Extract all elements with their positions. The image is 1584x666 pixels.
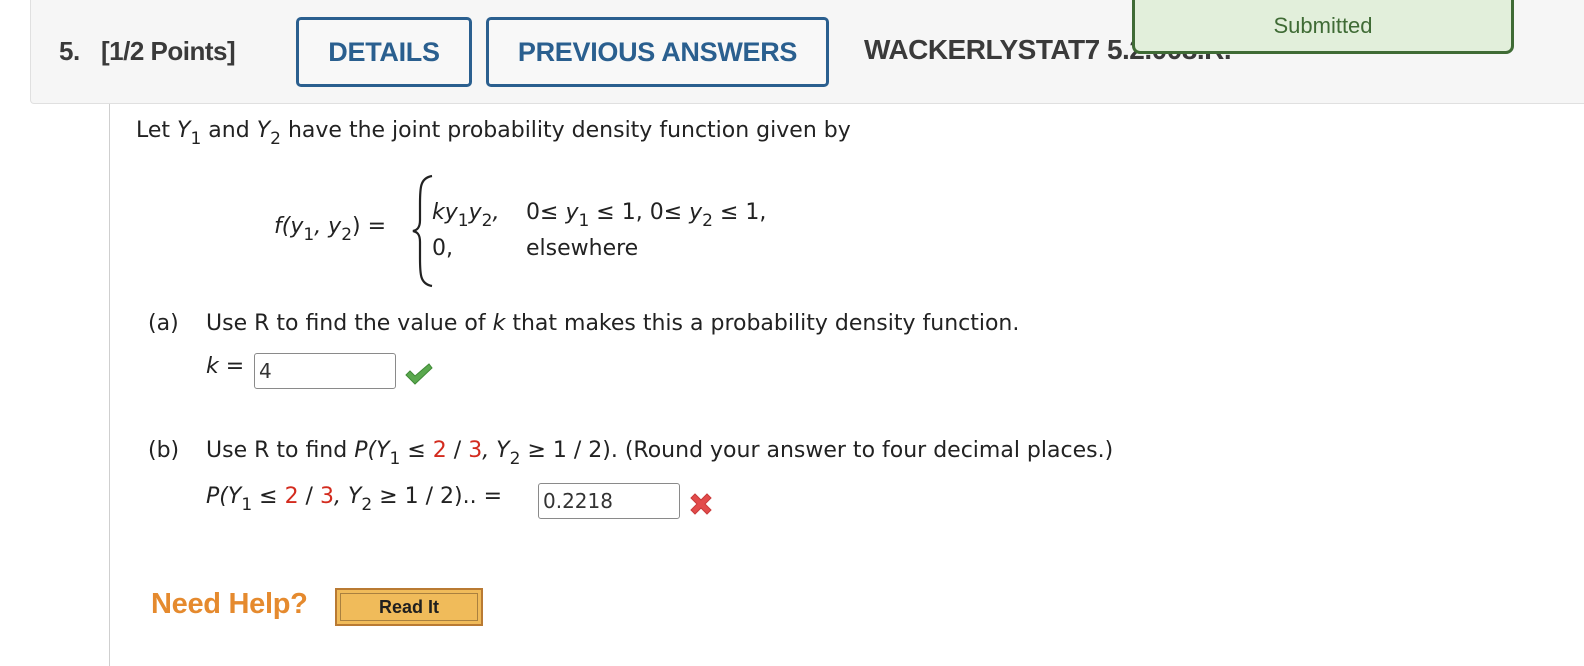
var-k: k bbox=[492, 311, 506, 336]
case1-condition: 0≤ y1 ≤ 1, 0≤ y2 ≤ 1, bbox=[526, 200, 767, 230]
subscript: 1 bbox=[578, 211, 590, 231]
formula-text: ≤ 1, bbox=[712, 200, 767, 225]
part-a-answer-label: k = bbox=[206, 354, 244, 379]
prob-P: P bbox=[354, 438, 368, 463]
prompt-text: ≥ 1 / 2). bbox=[520, 438, 618, 463]
highlighted-number: 3 bbox=[319, 484, 334, 509]
part-b-answer-label: P(Y1 ≤ 2 / 3, Y2 ≥ 1 / 2).. = bbox=[206, 484, 503, 514]
subscript: 2 bbox=[509, 449, 521, 469]
correct-check-icon bbox=[405, 363, 433, 385]
func-f: f bbox=[274, 214, 282, 239]
prompt-text: / bbox=[446, 438, 469, 463]
submitted-banner: Submitted bbox=[1132, 0, 1514, 54]
intro-text: Let bbox=[136, 118, 178, 143]
part-b-prompt: Use R to find P(Y1 ≤ 2 / 3, Y2 ≥ 1 / 2).… bbox=[206, 438, 1114, 468]
left-brace-icon bbox=[412, 174, 433, 288]
formula-text: , y bbox=[314, 214, 342, 239]
intro-text: have the joint probability density funct… bbox=[280, 118, 851, 143]
intro-text: and bbox=[201, 118, 257, 143]
subscript: 2 bbox=[270, 129, 281, 149]
part-b-label: (b) bbox=[148, 438, 180, 463]
content-left-rule bbox=[109, 104, 110, 666]
case2-condition: elsewhere bbox=[526, 236, 638, 261]
formula-text: ≤ 1, 0≤ bbox=[589, 200, 690, 225]
joint-pdf-formula: f(y1, y2) = ky1y2, 0≤ y1 ≤ 1, 0≤ y2 ≤ 1,… bbox=[274, 174, 834, 290]
subscript: 2 bbox=[481, 211, 493, 231]
subscript: 1 bbox=[457, 211, 469, 231]
subscript: 1 bbox=[303, 225, 315, 245]
var-y: Y bbox=[256, 118, 271, 143]
formula-text: 0≤ bbox=[526, 200, 566, 225]
subscript: 2 bbox=[702, 211, 713, 231]
previous-answers-button[interactable]: PREVIOUS ANSWERS bbox=[486, 17, 829, 87]
highlighted-number: 2 bbox=[284, 484, 299, 509]
formula-text: y bbox=[468, 200, 482, 225]
question-points: [1/2 Points] bbox=[101, 36, 236, 66]
formula-text: y bbox=[565, 200, 579, 225]
equals-sign: = bbox=[218, 354, 245, 379]
var-k: k bbox=[206, 354, 219, 379]
formula-text: ky bbox=[432, 200, 458, 225]
read-it-button[interactable]: Read It bbox=[335, 588, 483, 626]
prompt-text: (Y bbox=[219, 484, 242, 509]
prompt-text: / bbox=[298, 484, 320, 509]
probability-answer-input[interactable] bbox=[538, 483, 680, 519]
prompt-text: Use R to find bbox=[206, 438, 355, 463]
part-a-label: (a) bbox=[148, 311, 179, 336]
prompt-text: Use R to find the value of bbox=[206, 311, 493, 336]
highlighted-number: 3 bbox=[468, 438, 483, 463]
question-number: 5. bbox=[59, 36, 80, 66]
formula-text: (y bbox=[281, 214, 304, 239]
details-button[interactable]: DETAILS bbox=[296, 17, 472, 87]
prompt-text: ≥ 1 / 2). bbox=[372, 484, 470, 509]
prompt-text: , Y bbox=[333, 484, 362, 509]
subscript: 1 bbox=[389, 449, 401, 469]
subscript: 2 bbox=[361, 495, 373, 515]
subscript: 1 bbox=[241, 495, 253, 515]
rounding-note: (Round your answer to four decimal place… bbox=[617, 438, 1114, 463]
formula-text: y bbox=[689, 200, 703, 225]
prompt-text: ≤ bbox=[400, 438, 433, 463]
subscript: 1 bbox=[190, 129, 202, 149]
equals-sign: . = bbox=[469, 484, 503, 509]
incorrect-x-icon bbox=[690, 493, 712, 515]
need-help-label: Need Help? bbox=[151, 588, 308, 620]
prob-P: P bbox=[206, 484, 220, 509]
highlighted-number: 2 bbox=[432, 438, 447, 463]
problem-intro: Let Y1 and Y2 have the joint probability… bbox=[136, 118, 851, 148]
subscript: 2 bbox=[341, 225, 353, 245]
formula-text: elsewhere bbox=[526, 236, 639, 261]
prompt-text: ≤ bbox=[252, 484, 285, 509]
formula-lhs: f(y1, y2) = bbox=[274, 214, 387, 244]
prompt-text: (Y bbox=[367, 438, 390, 463]
case2-expression: 0, bbox=[432, 236, 453, 261]
prompt-text: , Y bbox=[482, 438, 510, 463]
var-y: Y bbox=[177, 118, 191, 143]
case1-expression: ky1y2, bbox=[432, 200, 500, 230]
part-a-prompt: Use R to find the value of k that makes … bbox=[206, 311, 1019, 336]
k-answer-input[interactable] bbox=[254, 353, 396, 389]
formula-text: , bbox=[492, 200, 500, 225]
prompt-text: that makes this a probability density fu… bbox=[505, 311, 1020, 336]
formula-text: ) = bbox=[352, 214, 387, 239]
formula-text: 0, bbox=[432, 236, 453, 261]
